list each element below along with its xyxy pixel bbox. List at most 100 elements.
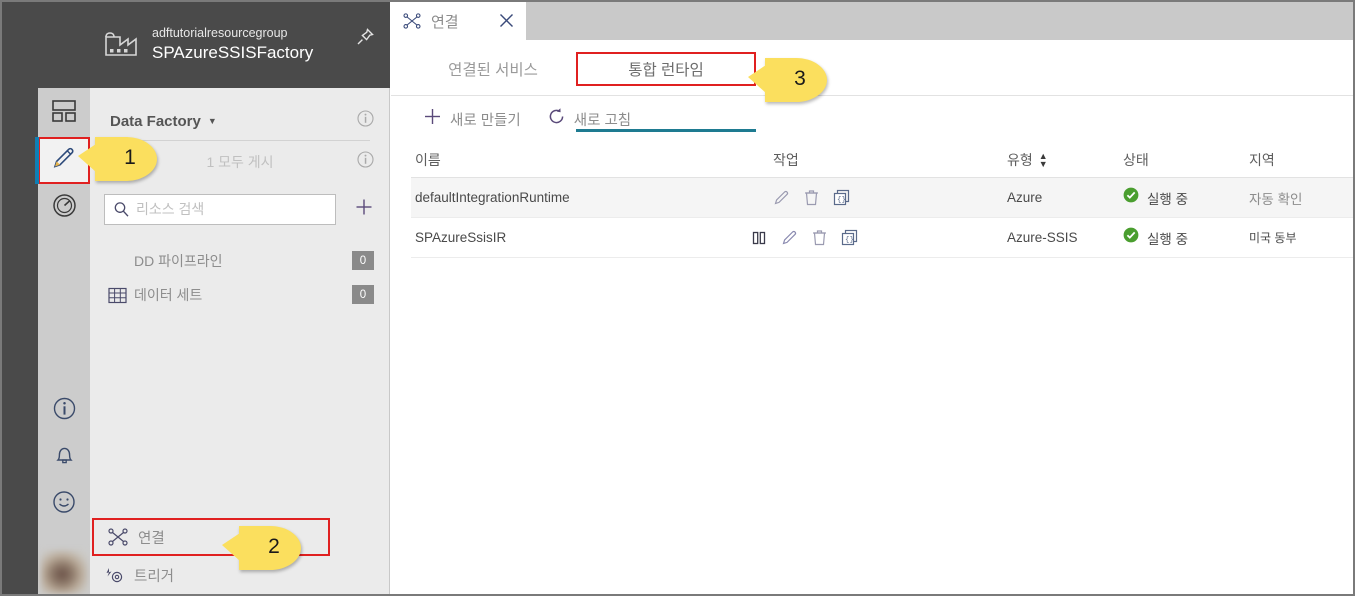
rail-item-monitor[interactable] — [38, 184, 90, 231]
table-row[interactable]: SPAzureSsisIR {} Azure-SSIS 실행 중 미국 동부 — [411, 218, 1353, 258]
tab-strip: 연결 — [391, 2, 1353, 40]
check-circle-icon — [1123, 187, 1139, 208]
sort-arrows-icon[interactable]: ▲ ▼ — [1039, 151, 1048, 168]
add-resource-button[interactable] — [352, 197, 376, 221]
list-item-count: 0 — [352, 285, 374, 304]
rail-item-notifications[interactable] — [38, 434, 90, 481]
publish-all-label: 1 모두 게시 — [206, 154, 274, 170]
rail-item-feedback[interactable] — [38, 481, 90, 528]
refresh-button[interactable]: 새로 고침 — [547, 107, 631, 131]
tab-connections[interactable]: 연결 — [391, 2, 526, 40]
status-badge: 실행 중 — [1147, 231, 1189, 247]
pin-button[interactable] — [354, 27, 376, 52]
new-button-label: 새로 만들기 — [450, 112, 521, 129]
grid-header-row: 이름 작업 유형 ▲ ▼ 상태 지역 — [411, 142, 1353, 178]
main-content: 연결 연결된 서비스 통합 런타임 새로 만들기 새로 고침 이름 작업 유형 … — [391, 2, 1353, 594]
tab-integration-runtimes[interactable]: 통합 런타임 — [576, 52, 756, 86]
rail-header-block — [38, 2, 90, 88]
cell-name: SPAzureSsisIR — [415, 230, 507, 245]
edit-icon[interactable] — [781, 229, 798, 246]
refresh-button-label: 새로 고침 — [573, 112, 632, 129]
sidebar-item-label: 연결 — [138, 530, 165, 547]
code-icon[interactable]: {} — [833, 189, 850, 206]
cell-region: 미국 동부 — [1249, 231, 1297, 245]
list-item-label: DD 파이프라인 — [134, 253, 223, 269]
sub-tab-bar: 연결된 서비스 통합 런타임 — [391, 40, 1353, 132]
cell-status: 실행 중 — [1123, 178, 1243, 217]
trigger-icon — [104, 566, 132, 585]
integration-runtimes-grid: 이름 작업 유형 ▲ ▼ 상태 지역 defaultIntegrationRun… — [411, 142, 1353, 258]
smiley-icon — [52, 490, 76, 519]
pin-icon — [355, 27, 375, 52]
callout-badge-2: 2 — [222, 526, 301, 570]
cell-actions: {} — [773, 178, 993, 217]
tab-label: 통합 런타임 — [628, 62, 704, 79]
avatar-image — [41, 550, 88, 594]
column-header-actions: 작업 — [773, 151, 799, 168]
connections-icon — [403, 13, 421, 29]
check-circle-icon — [1123, 227, 1139, 248]
data-factory-panel: adftutorialresourcegroup SPAzureSSISFact… — [90, 2, 390, 594]
info-circle-icon — [53, 397, 76, 425]
plus-icon — [354, 197, 374, 222]
cell-actions: {} — [751, 218, 971, 257]
column-header-type[interactable]: 유형 ▲ ▼ — [1007, 142, 1117, 177]
factory-name-label: SPAzureSSISFactory — [152, 42, 314, 62]
new-button[interactable]: 새로 만들기 — [423, 107, 521, 131]
tab-linked-services[interactable]: 연결된 서비스 — [423, 52, 563, 86]
list-item-label: 데이터 세트 — [134, 287, 203, 303]
avatar[interactable] — [38, 544, 90, 594]
connections-icon — [108, 528, 136, 546]
table-row[interactable]: defaultIntegrationRuntime {} Azure 실행 중 … — [411, 178, 1353, 218]
search-icon — [113, 201, 130, 218]
tab-label: 연결된 서비스 — [448, 62, 538, 79]
azure-data-factory-portal: adftutorialresourcegroup SPAzureSSISFact… — [0, 0, 1355, 596]
cell-type: Azure-SSIS — [1007, 230, 1078, 245]
gauge-icon — [52, 193, 77, 223]
cell-type: Azure — [1007, 190, 1043, 205]
chevron-down-icon[interactable]: ▼ — [208, 116, 217, 126]
pause-icon[interactable] — [751, 230, 767, 246]
column-header-name[interactable]: 이름 — [415, 142, 765, 177]
left-icon-rail — [35, 2, 90, 594]
close-icon[interactable] — [499, 13, 514, 33]
column-header-status[interactable]: 상태 — [1123, 142, 1243, 177]
search-box[interactable] — [104, 193, 336, 225]
delete-icon[interactable] — [812, 229, 827, 246]
grid-toolbar: 새로 만들기 새로 고침 — [391, 97, 1353, 141]
code-icon[interactable]: {} — [841, 229, 858, 246]
tab-label: 연결 — [431, 13, 459, 31]
portal-left-strip — [2, 2, 38, 594]
sidebar-item-label: 트리거 — [134, 568, 175, 585]
factory-header-text: adftutorialresourcegroup SPAzureSSISFact… — [152, 25, 313, 65]
dashboard-icon — [52, 100, 76, 127]
rail-secondary-items — [38, 387, 90, 528]
delete-icon[interactable] — [804, 189, 819, 206]
cell-region: 자동 확인 — [1249, 191, 1303, 207]
status-badge: 실행 중 — [1147, 191, 1189, 207]
edit-icon[interactable] — [773, 189, 790, 206]
list-item[interactable]: DD 파이프라인 0 — [90, 244, 390, 278]
table-icon — [108, 287, 134, 304]
cell-status: 실행 중 — [1123, 218, 1243, 257]
resource-search-row — [90, 192, 390, 226]
title-info-icon[interactable] — [357, 110, 374, 132]
resource-group-label: adftutorialresourcegroup — [152, 26, 288, 41]
factory-icon — [104, 27, 138, 64]
data-factory-title-row[interactable]: Data Factory ▼ — [90, 106, 390, 136]
bell-icon — [53, 443, 76, 472]
factory-header: adftutorialresourcegroup SPAzureSSISFact… — [90, 2, 390, 88]
resource-list: DD 파이프라인 0 데이터 세트 0 — [90, 244, 390, 312]
cell-name: defaultIntegrationRuntime — [415, 190, 570, 205]
search-input[interactable] — [136, 201, 316, 217]
refresh-icon — [547, 107, 566, 131]
plus-icon — [423, 107, 442, 131]
list-item-count: 0 — [352, 251, 374, 270]
callout-badge-3: 3 — [748, 58, 827, 102]
publish-info-icon[interactable] — [357, 151, 374, 173]
callout-badge-1: 1 — [78, 137, 157, 181]
rail-item-info[interactable] — [38, 387, 90, 434]
list-item[interactable]: 데이터 세트 0 — [90, 278, 390, 312]
column-header-region[interactable]: 지역 — [1249, 142, 1353, 177]
rail-item-overview[interactable] — [38, 90, 90, 137]
